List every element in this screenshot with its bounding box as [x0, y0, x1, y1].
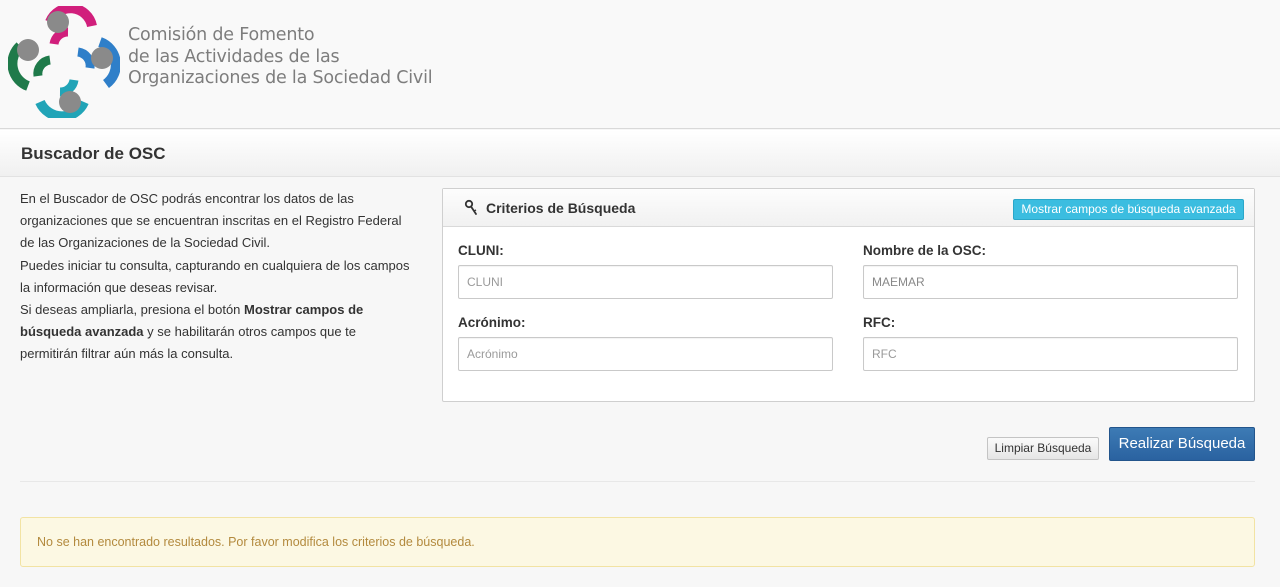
- cluni-label: CLUNI:: [458, 243, 504, 258]
- alert-message: No se han encontrado resultados. Por fav…: [37, 535, 475, 549]
- nombre-osc-input[interactable]: [863, 265, 1238, 299]
- panel-header: Criterios de Búsqueda Mostrar campos de …: [443, 189, 1254, 227]
- nombre-osc-label: Nombre de la OSC:: [863, 243, 987, 258]
- org-name-line-2: de las Actividades de las: [128, 46, 340, 67]
- org-name-line-1: Comisión de Fomento: [128, 25, 315, 45]
- org-name: Comisión de Fomento de las Actividades d…: [128, 25, 433, 90]
- no-results-alert: No se han encontrado resultados. Por fav…: [20, 517, 1255, 567]
- org-name-line-3: Organizaciones de la Sociedad Civil: [128, 68, 433, 88]
- acronimo-input[interactable]: [458, 337, 833, 371]
- intro-text: En el Buscador de OSC podrás encontrar l…: [20, 188, 415, 366]
- site-header: Comisión de Fomento de las Actividades d…: [0, 0, 1280, 129]
- rfc-input[interactable]: [863, 337, 1238, 371]
- acronimo-label: Acrónimo:: [458, 315, 526, 330]
- cfosc-logo-icon: [8, 6, 120, 118]
- divider: [20, 481, 1255, 482]
- intro-paragraph-1: En el Buscador de OSC podrás encontrar l…: [20, 191, 402, 251]
- show-advanced-search-button[interactable]: Mostrar campos de búsqueda avanzada: [1013, 199, 1244, 220]
- submit-search-button[interactable]: Realizar Búsqueda: [1109, 427, 1255, 461]
- search-criteria-panel: Criterios de Búsqueda Mostrar campos de …: [442, 188, 1255, 402]
- intro-paragraph-2: Puedes iniciar tu consulta, capturando e…: [20, 257, 410, 295]
- panel-title: Criterios de Búsqueda: [486, 200, 636, 216]
- cluni-input[interactable]: [458, 265, 833, 299]
- key-icon: [464, 199, 477, 215]
- intro-p3-before: Si deseas ampliarla, presiona el botón: [20, 302, 245, 318]
- page-title: Buscador de OSC: [21, 144, 166, 163]
- title-bar: Buscador de OSC: [0, 130, 1280, 177]
- intro-paragraph-3: Si deseas ampliarla, presiona el botón M…: [20, 299, 415, 366]
- clear-search-button[interactable]: Limpiar Búsqueda: [987, 437, 1099, 460]
- rfc-label: RFC:: [863, 315, 896, 330]
